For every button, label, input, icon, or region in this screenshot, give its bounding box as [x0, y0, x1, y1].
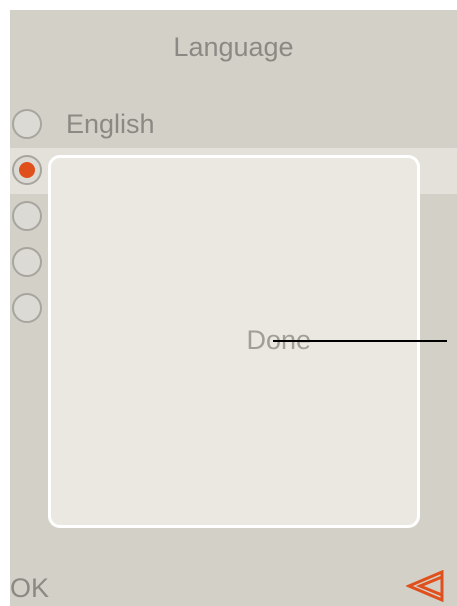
- radio-button[interactable]: [12, 109, 42, 139]
- radio-button[interactable]: [12, 247, 42, 277]
- radio-button-selected[interactable]: [12, 155, 42, 185]
- language-option-1[interactable]: English: [10, 102, 457, 148]
- language-screen: Language English Done OK: [10, 10, 457, 606]
- ok-button[interactable]: OK: [10, 573, 49, 604]
- back-button[interactable]: [405, 569, 446, 603]
- radio-button[interactable]: [12, 293, 42, 323]
- dialog-message: Done: [246, 325, 311, 355]
- annotation-leader-line: [273, 340, 447, 342]
- radio-button[interactable]: [12, 201, 42, 231]
- page-title: Language: [173, 32, 294, 62]
- double-chevron-left-icon: [405, 569, 444, 603]
- language-option-label: English: [66, 109, 155, 139]
